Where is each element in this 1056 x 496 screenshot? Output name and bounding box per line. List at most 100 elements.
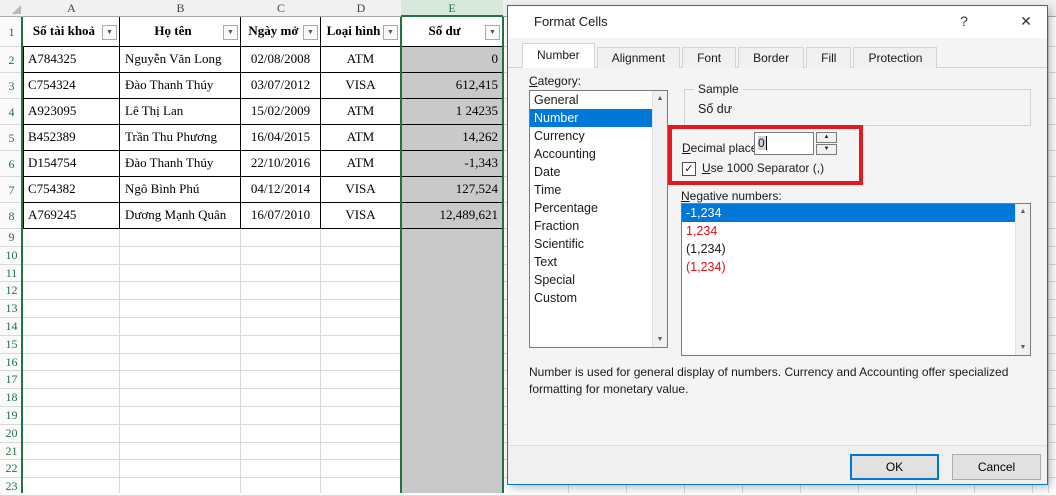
column-header-e[interactable]: E xyxy=(401,0,503,17)
row-header-8[interactable]: 8 xyxy=(0,203,23,229)
table-header-cell[interactable]: Ngày mở▼ xyxy=(241,17,321,47)
row-header-7[interactable]: 7 xyxy=(0,177,23,203)
table-header-cell[interactable]: Loại hình▼ xyxy=(321,17,401,47)
category-item-accounting[interactable]: Accounting xyxy=(530,145,652,163)
category-item-general[interactable]: General xyxy=(530,91,652,109)
table-cell[interactable]: Ngô Bình Phú xyxy=(120,177,241,203)
table-cell[interactable]: ATM xyxy=(321,47,401,73)
table-cell[interactable]: 16/04/2015 xyxy=(241,125,321,151)
table-cell[interactable]: Dương Mạnh Quân xyxy=(120,203,241,229)
row-header-4[interactable]: 4 xyxy=(0,99,23,125)
table-cell[interactable]: A923095 xyxy=(23,99,120,125)
table-header-cell[interactable]: Họ tên▼ xyxy=(120,17,241,47)
category-item-time[interactable]: Time xyxy=(530,181,652,199)
filter-dropdown-button[interactable]: ▼ xyxy=(223,25,238,40)
row-header-9[interactable]: 9 xyxy=(0,229,23,247)
row-header-12[interactable]: 12 xyxy=(0,282,23,300)
row-header-13[interactable]: 13 xyxy=(0,300,23,318)
table-cell[interactable]: D154754 xyxy=(23,151,120,177)
category-item-percentage[interactable]: Percentage xyxy=(530,199,652,217)
table-cell[interactable]: VISA xyxy=(321,203,401,229)
table-cell[interactable]: 612,415 xyxy=(401,73,503,99)
category-item-number[interactable]: Number xyxy=(530,109,652,127)
table-cell[interactable]: 03/07/2012 xyxy=(241,73,321,99)
table-cell[interactable]: A784325 xyxy=(23,47,120,73)
cancel-button[interactable]: Cancel xyxy=(952,454,1041,480)
table-header-cell[interactable]: Số dư▼ xyxy=(401,17,503,47)
row-header-5[interactable]: 5 xyxy=(0,125,23,151)
tab-font[interactable]: Font xyxy=(682,47,736,68)
category-item-custom[interactable]: Custom xyxy=(530,289,652,307)
table-cell[interactable]: Lê Thị Lan xyxy=(120,99,241,125)
table-cell[interactable]: -1,343 xyxy=(401,151,503,177)
column-header-c[interactable]: C xyxy=(241,0,321,17)
filter-dropdown-button[interactable]: ▼ xyxy=(303,25,318,40)
table-cell[interactable]: 15/02/2009 xyxy=(241,99,321,125)
column-header-a[interactable]: A xyxy=(23,0,120,17)
table-cell[interactable]: Đào Thanh Thúy xyxy=(120,151,241,177)
negative-numbers-list[interactable]: -1,2341,234(1,234)(1,234) ▲ ▼ xyxy=(681,203,1031,356)
category-item-date[interactable]: Date xyxy=(530,163,652,181)
table-cell[interactable]: ATM xyxy=(321,125,401,151)
table-cell[interactable]: A769245 xyxy=(23,203,120,229)
table-cell[interactable]: VISA xyxy=(321,73,401,99)
row-header-22[interactable]: 22 xyxy=(0,460,23,478)
select-all-corner[interactable] xyxy=(0,0,23,17)
row-header-1[interactable]: 1 xyxy=(0,17,23,47)
negative-format-option[interactable]: (1,234) xyxy=(682,258,1015,276)
row-header-11[interactable]: 11 xyxy=(0,265,23,283)
table-cell[interactable]: 14,262 xyxy=(401,125,503,151)
close-icon[interactable]: ✕ xyxy=(1009,6,1043,38)
category-item-fraction[interactable]: Fraction xyxy=(530,217,652,235)
table-cell[interactable]: 16/07/2010 xyxy=(241,203,321,229)
category-item-text[interactable]: Text xyxy=(530,253,652,271)
category-item-currency[interactable]: Currency xyxy=(530,127,652,145)
table-cell[interactable]: ATM xyxy=(321,99,401,125)
category-item-scientific[interactable]: Scientific xyxy=(530,235,652,253)
column-header-b[interactable]: B xyxy=(120,0,241,17)
filter-dropdown-button[interactable]: ▼ xyxy=(102,25,117,40)
table-cell[interactable]: ATM xyxy=(321,151,401,177)
category-item-special[interactable]: Special xyxy=(530,271,652,289)
table-cell[interactable]: VISA xyxy=(321,177,401,203)
scroll-down-icon[interactable]: ▼ xyxy=(653,332,667,347)
row-header-23[interactable]: 23 xyxy=(0,478,23,496)
table-cell[interactable]: 127,524 xyxy=(401,177,503,203)
row-header-14[interactable]: 14 xyxy=(0,318,23,336)
table-cell[interactable]: Đào Thanh Thúy xyxy=(120,73,241,99)
scroll-down-icon[interactable]: ▼ xyxy=(1016,340,1030,355)
row-header-21[interactable]: 21 xyxy=(0,443,23,461)
tab-number[interactable]: Number xyxy=(522,43,595,68)
row-header-17[interactable]: 17 xyxy=(0,371,23,389)
table-header-cell[interactable]: Số tài khoả▼ xyxy=(23,17,120,47)
table-cell[interactable]: 1 24235 xyxy=(401,99,503,125)
row-header-15[interactable]: 15 xyxy=(0,336,23,354)
filter-dropdown-button[interactable]: ▼ xyxy=(485,25,500,40)
negative-format-option[interactable]: 1,234 xyxy=(682,222,1015,240)
ok-button[interactable]: OK xyxy=(850,454,939,480)
table-cell[interactable]: 02/08/2008 xyxy=(241,47,321,73)
filter-dropdown-button[interactable]: ▼ xyxy=(383,25,398,40)
negative-format-option[interactable]: -1,234 xyxy=(682,204,1015,222)
row-header-3[interactable]: 3 xyxy=(0,73,23,99)
category-scrollbar[interactable]: ▲ ▼ xyxy=(652,91,667,347)
table-cell[interactable]: B452389 xyxy=(23,125,120,151)
table-cell[interactable]: Nguyễn Văn Long xyxy=(120,47,241,73)
category-list[interactable]: GeneralNumberCurrencyAccountingDateTimeP… xyxy=(529,90,668,348)
tab-alignment[interactable]: Alignment xyxy=(597,47,680,68)
negative-scrollbar[interactable]: ▲ ▼ xyxy=(1015,204,1030,355)
help-icon[interactable]: ? xyxy=(949,6,979,38)
column-header-d[interactable]: D xyxy=(321,0,401,17)
scroll-up-icon[interactable]: ▲ xyxy=(1016,204,1030,219)
row-header-10[interactable]: 10 xyxy=(0,247,23,265)
tab-border[interactable]: Border xyxy=(738,47,804,68)
row-header-6[interactable]: 6 xyxy=(0,151,23,177)
table-cell[interactable]: Trần Thu Phương xyxy=(120,125,241,151)
negative-format-option[interactable]: (1,234) xyxy=(682,240,1015,258)
table-cell[interactable]: 04/12/2014 xyxy=(241,177,321,203)
tab-protection[interactable]: Protection xyxy=(853,47,937,68)
row-header-19[interactable]: 19 xyxy=(0,407,23,425)
table-cell[interactable]: C754324 xyxy=(23,73,120,99)
table-cell[interactable]: C754382 xyxy=(23,177,120,203)
row-header-20[interactable]: 20 xyxy=(0,425,23,443)
